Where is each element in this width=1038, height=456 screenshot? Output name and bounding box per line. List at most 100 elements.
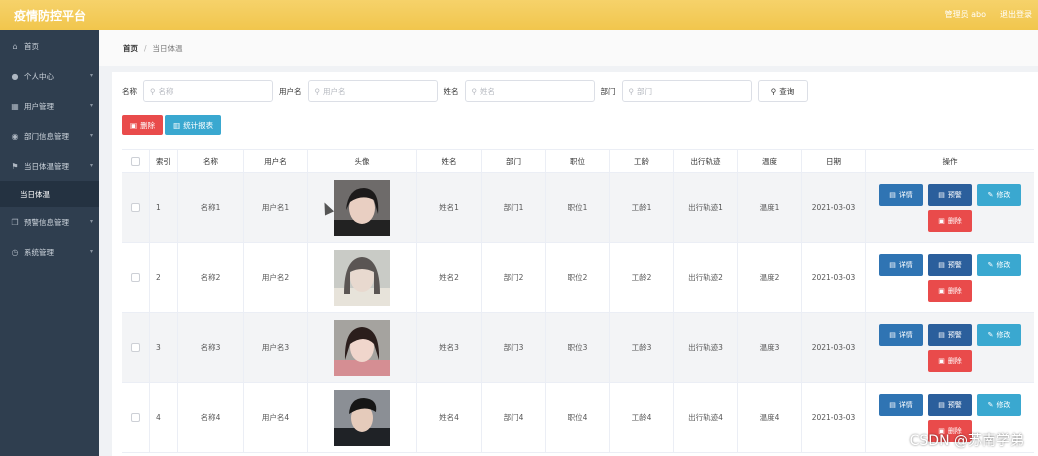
avatar (334, 249, 390, 306)
edit-button[interactable]: ✎ 修改 (977, 183, 1021, 206)
cell-temp: 温度1 (738, 173, 802, 242)
sidebar-subitem-active[interactable]: 当日体温 (0, 181, 99, 207)
header-name: 名称 (178, 150, 244, 172)
row-delete-button-label: 删除 (947, 216, 962, 225)
select-cell (122, 173, 150, 242)
cell-ops: ▤ 详情 ▤ 预警 ✎ 修改 ▣ 删除 (866, 243, 1034, 312)
detail-button[interactable]: ▤ 详情 (879, 253, 923, 276)
table-row: 4 名称4 用户名4 姓名4 部门4 职位4 工龄4 出行轨迹4 温度4 2021-03-03 ▤ 详… (122, 383, 1034, 453)
row-checkbox[interactable] (131, 273, 140, 282)
clock-icon: ◷ (11, 247, 19, 257)
trash-icon: ▣ (130, 120, 138, 130)
cell-temp: 温度2 (738, 243, 802, 312)
breadcrumb-separator: / (144, 43, 147, 53)
avatar (334, 179, 390, 236)
row-checkbox[interactable] (131, 203, 140, 212)
row-delete-button[interactable]: ▣ 删除 (928, 349, 972, 372)
cell-username: 用户名4 (244, 383, 308, 452)
cell-realname: 姓名1 (417, 173, 482, 242)
detail-button-label: 详情 (898, 260, 913, 269)
dept-label: 部门 (600, 86, 616, 96)
warn-button-label: 预警 (947, 330, 962, 339)
cell-index: 3 (150, 313, 178, 382)
search-icon: ⚲ (150, 86, 156, 96)
cell-seniority: 工龄1 (610, 173, 674, 242)
detail-button-label: 详情 (898, 400, 913, 409)
warn-button[interactable]: ▤ 预警 (928, 393, 972, 416)
sidebar-item[interactable]: ▦ 用户管理 ▾ (0, 91, 99, 121)
cell-position: 职位3 (546, 313, 610, 382)
breadcrumb-home[interactable]: 首页 (123, 43, 138, 54)
detail-button[interactable]: ▤ 详情 (879, 323, 923, 346)
warn-button[interactable]: ▤ 预警 (928, 183, 972, 206)
warn-icon: ▤ (938, 330, 945, 339)
warn-icon: ▤ (938, 400, 945, 409)
warn-icon: ▤ (938, 190, 945, 199)
edit-icon: ✎ (987, 330, 994, 339)
row-delete-button[interactable]: ▣ 删除 (928, 209, 972, 232)
cell-ops: ▤ 详情 ▤ 预警 ✎ 修改 ▣ 删除 (866, 173, 1034, 242)
warn-button[interactable]: ▤ 预警 (928, 323, 972, 346)
table-icon: ▦ (11, 101, 19, 111)
detail-button-label: 详情 (898, 190, 913, 199)
select-all-checkbox[interactable] (131, 156, 140, 166)
cell-name: 名称4 (178, 383, 244, 452)
edit-button[interactable]: ✎ 修改 (977, 393, 1021, 416)
location-icon: ◉ (11, 131, 19, 141)
sidebar-item[interactable]: ⌂ 首页 (0, 31, 99, 61)
sidebar-item-label: 系统管理 (24, 247, 54, 257)
realname-search-input[interactable]: ⚲ 姓名 (464, 80, 595, 102)
header-temp: 温度 (738, 150, 802, 172)
sidebar-item[interactable]: ❐ 预警信息管理 ▾ (0, 207, 99, 237)
edit-button[interactable]: ✎ 修改 (977, 253, 1021, 276)
username-search-input[interactable]: ⚲ 用户名 (307, 80, 438, 102)
header-date: 日期 (802, 150, 866, 172)
sidebar-item[interactable]: ● 个人中心 ▾ (0, 61, 99, 91)
cell-trace: 出行轨迹2 (674, 243, 738, 312)
dept-search-input[interactable]: ⚲ 部门 (621, 80, 752, 102)
user-label[interactable]: 管理员 abo (945, 9, 986, 20)
sidebar-item[interactable]: ◉ 部门信息管理 ▾ (0, 121, 99, 151)
row-checkbox[interactable] (131, 413, 140, 422)
realname-placeholder: 姓名 (480, 86, 495, 96)
cell-avatar (308, 313, 417, 382)
dept-placeholder: 部门 (637, 86, 652, 96)
sidebar-item[interactable]: ⚑ 当日体温管理 ▾ (0, 151, 99, 181)
name-search-input[interactable]: ⚲ 名称 (143, 80, 273, 102)
edit-button-label: 修改 (996, 260, 1011, 269)
sidebar-item-label: 当日体温管理 (24, 161, 69, 171)
header-ops: 操作 (942, 156, 958, 166)
logout-link[interactable]: 退出登录 (1000, 9, 1032, 20)
batch-delete-button[interactable]: ▣ 删除 (122, 115, 164, 135)
row-checkbox[interactable] (131, 343, 140, 352)
header-trace: 出行轨迹 (674, 150, 738, 172)
cell-seniority: 工龄3 (610, 313, 674, 382)
select-cell (122, 383, 150, 452)
breadcrumb-current: 当日体温 (152, 43, 183, 53)
cell-trace: 出行轨迹4 (674, 383, 738, 452)
sidebar-item[interactable]: ◷ 系统管理 ▾ (0, 237, 99, 267)
cell-dept: 部门3 (482, 313, 546, 382)
username-label: 用户名 (279, 86, 302, 96)
report-button[interactable]: ▥ 统计报表 (165, 115, 222, 135)
breadcrumb: 首页 / 当日体温 (99, 30, 1038, 66)
cell-index: 1 (150, 173, 178, 242)
sidebar-item-label: 用户管理 (24, 101, 54, 111)
cell-avatar (308, 383, 417, 452)
select-cell (122, 313, 150, 382)
cell-date: 2021-03-03 (802, 313, 866, 382)
cell-temp: 温度4 (738, 383, 802, 452)
detail-button[interactable]: ▤ 详情 (879, 183, 923, 206)
search-bar: 名称 ⚲ 名称 用户名 ⚲ 用户名 姓名 ⚲ 姓名 部门 ⚲ 部门 ⚲ 查询 (122, 80, 808, 102)
chevron-down-icon: ▾ (89, 72, 93, 79)
avatar (334, 389, 390, 446)
row-delete-button[interactable]: ▣ 删除 (928, 279, 972, 302)
edit-button[interactable]: ✎ 修改 (977, 323, 1021, 346)
query-button[interactable]: ⚲ 查询 (757, 80, 808, 102)
cell-date: 2021-03-03 (802, 243, 866, 312)
cell-position: 职位4 (546, 383, 610, 452)
warn-icon: ▤ (938, 260, 945, 269)
detail-button[interactable]: ▤ 详情 (879, 393, 923, 416)
warn-button[interactable]: ▤ 预警 (928, 253, 972, 276)
cell-dept: 部门1 (482, 173, 546, 242)
